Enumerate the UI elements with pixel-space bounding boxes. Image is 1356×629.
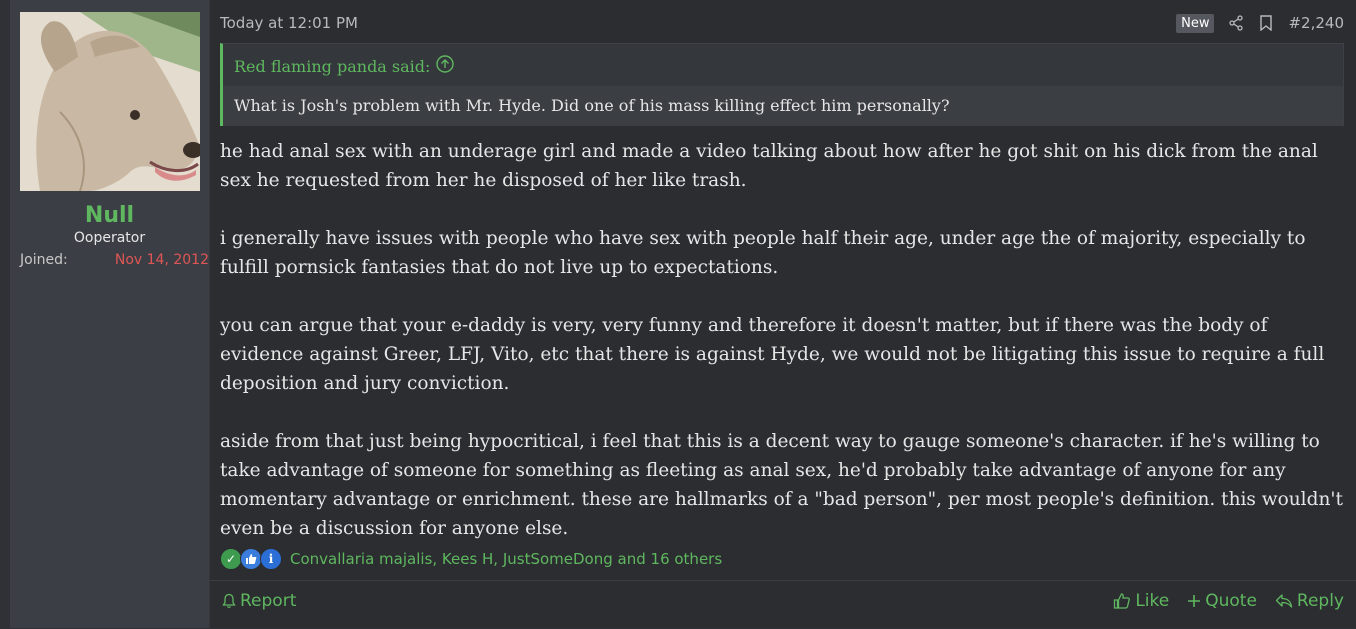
check-reaction-icon: ✓ bbox=[220, 548, 242, 570]
user-title: Ooperator bbox=[73, 230, 146, 246]
arrow-up-circle-icon[interactable] bbox=[436, 55, 455, 77]
bell-icon bbox=[222, 593, 236, 608]
post-main: Today at 12:01 PM New #2,240 Red flaming… bbox=[210, 0, 1356, 628]
forum-post: Null Ooperator Joined: Nov 14, 2012 Toda… bbox=[10, 0, 1356, 628]
dog-avatar-image bbox=[20, 12, 200, 191]
report-action[interactable]: Report bbox=[222, 591, 296, 611]
post-actions: Like Quote Reply bbox=[1113, 591, 1344, 611]
user-info-column: Null Ooperator Joined: Nov 14, 2012 bbox=[10, 0, 210, 628]
dog-avatar[interactable] bbox=[20, 12, 200, 191]
reply-label: Reply bbox=[1296, 591, 1344, 611]
quote-block: Red flaming panda said: What is Josh's p… bbox=[220, 43, 1344, 126]
quote-button[interactable]: Quote bbox=[1187, 591, 1257, 611]
post-header: Today at 12:01 PM New #2,240 bbox=[220, 12, 1356, 34]
post-header-actions: New #2,240 bbox=[1176, 12, 1344, 34]
reactions-bar: ✓ i Convallaria majalis, Kees H, JustSom… bbox=[220, 548, 722, 570]
quote-label: Quote bbox=[1205, 591, 1257, 611]
page: Null Ooperator Joined: Nov 14, 2012 Toda… bbox=[0, 0, 1356, 628]
share-icon[interactable] bbox=[1228, 15, 1244, 31]
like-label: Like bbox=[1135, 591, 1170, 611]
info-reaction-icon: i bbox=[260, 548, 282, 570]
reply-button[interactable]: Reply bbox=[1275, 591, 1344, 611]
like-button[interactable]: Like bbox=[1113, 591, 1169, 611]
post-paragraph: i generally have issues with people who … bbox=[220, 228, 1306, 278]
bookmark-icon[interactable] bbox=[1258, 15, 1274, 32]
post-paragraph: you can argue that your e-daddy is very,… bbox=[220, 315, 1325, 394]
post-paragraph: he had anal sex with an underage girl an… bbox=[220, 141, 1318, 191]
joined-date: Nov 14, 2012 bbox=[114, 252, 209, 268]
thumbs-up-icon bbox=[1114, 593, 1131, 609]
new-badge: New bbox=[1176, 13, 1215, 33]
quote-author[interactable]: Red flaming panda said: bbox=[234, 57, 430, 76]
reaction-icons[interactable]: ✓ i bbox=[220, 548, 282, 570]
reply-arrow-icon bbox=[1275, 594, 1293, 608]
post-body: he had anal sex with an underage girl an… bbox=[220, 137, 1346, 572]
quote-header[interactable]: Red flaming panda said: bbox=[234, 54, 455, 78]
post-paragraph: aside from that just being hypocritical,… bbox=[220, 431, 1343, 539]
username[interactable]: Null bbox=[10, 203, 209, 228]
post-number-link[interactable]: #2,240 bbox=[1288, 14, 1344, 32]
quote-text: What is Josh's problem with Mr. Hyde. Di… bbox=[223, 86, 1343, 126]
report-label: Report bbox=[240, 591, 297, 611]
post-timestamp[interactable]: Today at 12:01 PM bbox=[220, 14, 358, 32]
joined-label: Joined: bbox=[20, 252, 68, 268]
plus-icon bbox=[1188, 595, 1201, 607]
thumbs-up-reaction-icon bbox=[240, 548, 262, 570]
reaction-users-link[interactable]: Convallaria majalis, Kees H, JustSomeDon… bbox=[290, 550, 722, 568]
joined-row: Joined: Nov 14, 2012 bbox=[10, 252, 209, 268]
post-footer: Report Like Quote Reply bbox=[210, 580, 1356, 629]
report-link: Report bbox=[222, 591, 296, 611]
